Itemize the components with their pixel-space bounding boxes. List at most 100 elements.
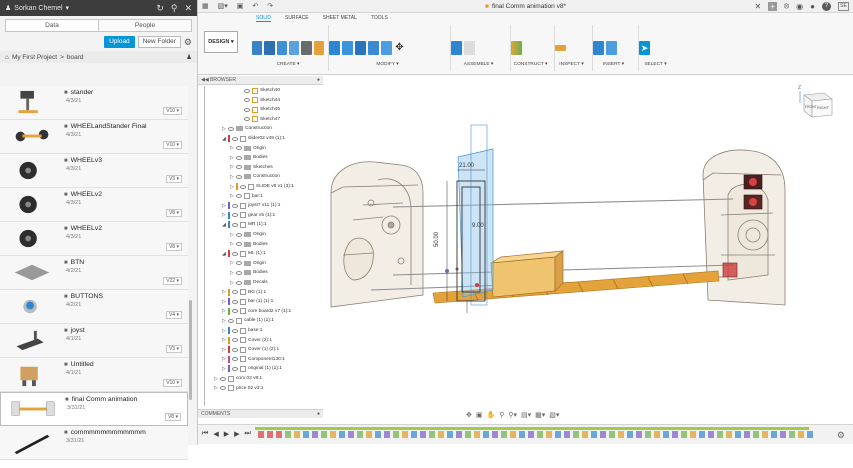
fit-icon[interactable]: ⚲▾ xyxy=(508,411,517,419)
tab-sheet-metal[interactable]: SHEET METAL xyxy=(323,15,357,22)
visibility-icon[interactable] xyxy=(228,318,234,323)
file-list-scrollbar[interactable] xyxy=(189,300,192,400)
timeline-feature[interactable] xyxy=(807,431,813,438)
expand-toggle-icon[interactable]: ▷ xyxy=(230,164,234,170)
tree-node[interactable]: ▷ Origin xyxy=(230,230,266,239)
expand-toggle-icon[interactable]: ◢ xyxy=(222,251,226,257)
assemble-menu[interactable]: ASSEMBLE xyxy=(464,62,490,67)
save-icon[interactable]: ▣ xyxy=(237,2,244,10)
viewports-icon[interactable]: ▧▾ xyxy=(549,411,559,419)
timeline-feature[interactable] xyxy=(699,431,705,438)
tree-node[interactable]: ▷ gear v5 (1):1 xyxy=(222,211,275,220)
timeline-feature[interactable] xyxy=(546,431,552,438)
visibility-icon[interactable] xyxy=(232,357,238,362)
play-icon[interactable]: ▶ xyxy=(224,430,229,438)
insert-image-icon[interactable] xyxy=(606,41,617,55)
timeline-feature[interactable] xyxy=(528,431,534,438)
timeline-feature[interactable] xyxy=(573,431,579,438)
pin-icon[interactable]: ● xyxy=(317,77,320,83)
step-back-icon[interactable]: ◀ xyxy=(213,430,218,438)
redo-icon[interactable]: ↷ xyxy=(267,2,273,10)
visibility-icon[interactable] xyxy=(244,88,250,93)
create-sketch-icon[interactable] xyxy=(264,41,275,55)
dimension-height[interactable]: 50.00 xyxy=(434,231,440,247)
timeline-feature[interactable] xyxy=(321,431,327,438)
expand-toggle-icon[interactable]: ▷ xyxy=(230,260,234,266)
viewport-canvas[interactable]: 21.00 50.00 9.00 xyxy=(323,85,803,405)
expand-toggle-icon[interactable]: ◢ xyxy=(222,222,226,228)
file-thumbnail[interactable] xyxy=(9,396,57,423)
tree-node[interactable]: Sketch47 xyxy=(238,115,280,124)
version-badge[interactable]: V3 ▾ xyxy=(165,345,182,353)
timeline-feature[interactable] xyxy=(393,431,399,438)
viewcube-right-label[interactable]: RIGHT xyxy=(817,106,829,110)
timeline-feature[interactable] xyxy=(726,431,732,438)
pan-icon[interactable]: ✋ xyxy=(487,411,496,419)
file-name[interactable]: WHEELv2 xyxy=(71,191,102,198)
select-icon[interactable]: ➤ xyxy=(639,41,650,55)
timeline-feature[interactable] xyxy=(285,431,291,438)
inspect-menu[interactable]: INSPECT xyxy=(559,62,580,67)
search-icon[interactable]: ⚲ xyxy=(171,3,178,14)
tree-node[interactable]: ▷ Sketches xyxy=(230,163,273,172)
timeline-feature[interactable] xyxy=(789,431,795,438)
timeline-feature[interactable] xyxy=(591,431,597,438)
tree-node[interactable]: ▷ SLIDE v8 v1 (3):1 xyxy=(230,182,294,191)
file-name[interactable]: BTN xyxy=(71,259,85,266)
file-name[interactable]: joyst xyxy=(71,327,85,334)
notifications-icon[interactable]: ● xyxy=(810,2,815,11)
gear-icon[interactable]: ⚙ xyxy=(184,36,192,48)
timeline-feature[interactable] xyxy=(402,431,408,438)
timeline-feature[interactable] xyxy=(348,431,354,438)
step-forward-icon[interactable]: ▶ xyxy=(234,430,239,438)
file-item[interactable]: ■ Untitled 4/1/21 V10 ▾ xyxy=(0,358,188,392)
orbit-icon[interactable]: ✥ xyxy=(466,411,472,419)
visibility-icon[interactable] xyxy=(232,222,238,227)
document-tab[interactable]: ■ final Comm animation v8* xyxy=(485,3,566,10)
new-folder-button[interactable]: New Folder xyxy=(137,36,181,48)
look-at-icon[interactable]: ▣ xyxy=(476,411,483,419)
user-menu[interactable]: ♟ Sorkan Chemel ▾ xyxy=(5,4,69,13)
expand-toggle-icon[interactable]: ▷ xyxy=(222,337,226,343)
visibility-icon[interactable] xyxy=(232,203,238,208)
refresh-icon[interactable]: ↻ xyxy=(156,3,164,14)
insert-menu[interactable]: INSERT xyxy=(603,62,620,67)
timeline-feature[interactable] xyxy=(564,431,570,438)
new-component-assemble-icon[interactable] xyxy=(451,41,462,55)
tree-node[interactable]: ▷ original (1) (1):1 xyxy=(222,364,282,373)
timeline-feature[interactable] xyxy=(753,431,759,438)
people-icon[interactable]: ♟ xyxy=(186,53,192,61)
file-item[interactable]: ■ stander 4/3/21 V10 ▾ xyxy=(0,86,188,120)
visibility-icon[interactable] xyxy=(220,386,226,391)
file-name[interactable]: BUTTONS xyxy=(71,293,103,300)
timeline-feature[interactable] xyxy=(438,431,444,438)
tree-node[interactable]: ▷ Construction xyxy=(222,124,272,133)
visibility-icon[interactable] xyxy=(232,366,238,371)
version-badge[interactable]: V10 ▾ xyxy=(163,107,182,115)
timeline-feature[interactable] xyxy=(744,431,750,438)
timeline-feature[interactable] xyxy=(537,431,543,438)
visibility-icon[interactable] xyxy=(244,107,250,112)
expand-toggle-icon[interactable]: ▷ xyxy=(230,270,234,276)
expand-toggle-icon[interactable]: ▷ xyxy=(230,155,234,161)
visibility-icon[interactable] xyxy=(240,184,246,189)
timeline-feature[interactable] xyxy=(609,431,615,438)
timeline-feature[interactable] xyxy=(330,431,336,438)
timeline-feature[interactable] xyxy=(771,431,777,438)
timeline-feature[interactable] xyxy=(312,431,318,438)
visibility-icon[interactable] xyxy=(236,280,242,285)
expand-toggle-icon[interactable]: ▷ xyxy=(230,241,234,247)
job-status-icon[interactable]: ◉ xyxy=(796,2,803,11)
file-item[interactable]: ■ BTN 4/2/21 V22 ▾ xyxy=(0,256,188,290)
file-item[interactable]: ■ WHEELv2 4/3/21 V8 ▾ xyxy=(0,188,188,222)
tree-node[interactable]: ▷ Bodies xyxy=(230,153,268,162)
timeline-feature[interactable] xyxy=(735,431,741,438)
expand-toggle-icon[interactable]: ▷ xyxy=(222,299,226,305)
tree-node[interactable]: ▷ Decals xyxy=(230,278,268,287)
tree-node[interactable]: ▷ Origin xyxy=(230,259,266,268)
file-item[interactable]: ■ BUTTONS 4/2/21 V4 ▾ xyxy=(0,290,188,324)
expand-toggle-icon[interactable]: ▷ xyxy=(222,126,226,132)
tree-node[interactable]: ▷ joyst7 v11 (1):1 xyxy=(222,201,280,210)
visibility-icon[interactable] xyxy=(236,270,242,275)
tree-node[interactable]: ▷ Bodies xyxy=(230,240,268,249)
